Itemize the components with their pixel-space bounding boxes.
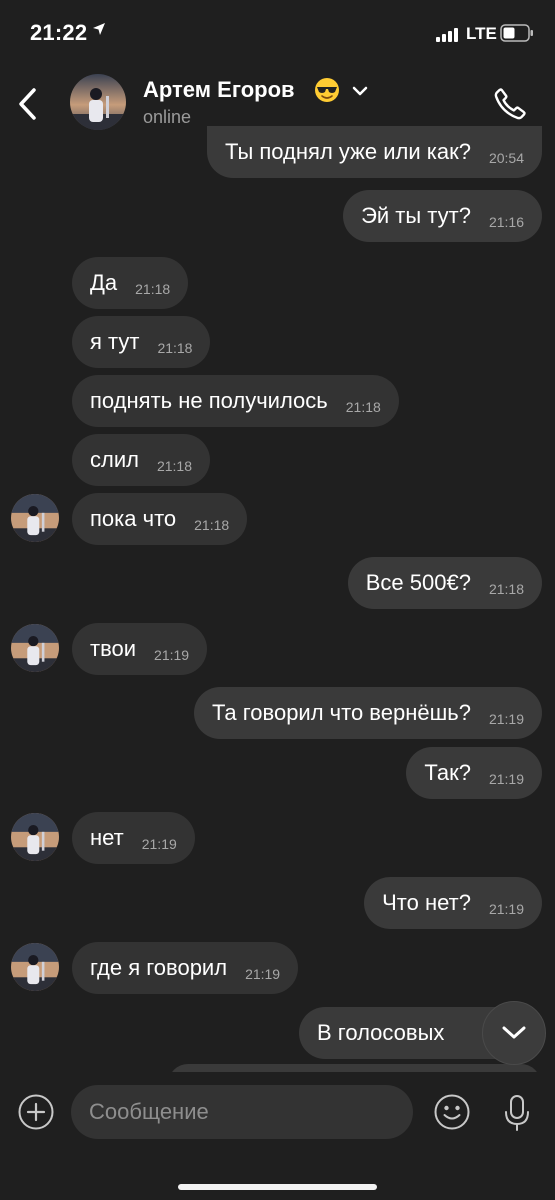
location-arrow-icon: [92, 22, 106, 41]
message-time: 21:18: [194, 517, 230, 533]
message-bubble-outgoing[interactable]: Та говорил что вернёшь? 21:19: [193, 687, 542, 739]
message-bubble-incoming[interactable]: слил 21:18: [72, 434, 211, 486]
message-bubble-incoming[interactable]: Да 21:18: [72, 257, 189, 309]
message-text: твои: [90, 636, 137, 661]
message-bubble-incoming[interactable]: я тут 21:18: [72, 316, 211, 368]
message-time: 21:19: [488, 711, 524, 727]
message-time: 21:19: [245, 966, 281, 982]
message-text: Эй ты тут?: [361, 203, 471, 228]
sunglasses-emoji-icon: [314, 77, 340, 103]
message-bubble-outgoing[interactable]: Эй ты тут? 21:16: [343, 190, 542, 242]
message-time: 21:18: [135, 281, 171, 297]
message-text: В голосовых: [317, 1020, 445, 1045]
message-input[interactable]: [71, 1085, 413, 1139]
network-type: LTE: [466, 24, 497, 43]
message-time: 21:18: [488, 581, 524, 597]
message-time: 20:54: [488, 150, 524, 166]
signal-icon: [436, 28, 460, 47]
contact-status: online: [143, 107, 192, 127]
message-text: Что нет?: [382, 890, 471, 915]
attach-button[interactable]: [17, 1093, 55, 1136]
phone-icon: [494, 88, 526, 120]
plus-circle-icon: [18, 1094, 54, 1130]
message-text: Так?: [424, 760, 471, 785]
chevron-down-icon[interactable]: [352, 84, 368, 102]
message-bubble-outgoing[interactable]: Что нет? 21:19: [364, 877, 542, 929]
contact-avatar[interactable]: [70, 74, 126, 130]
message-text: Да: [90, 270, 118, 295]
smiley-icon: [434, 1094, 470, 1130]
chevron-down-icon: [502, 1026, 526, 1039]
message-text: нет: [90, 825, 124, 850]
message-time: 21:16: [488, 214, 524, 230]
message-text: где я говорил: [90, 955, 228, 980]
status-bar: 21:22 LTE: [0, 0, 555, 64]
sender-avatar[interactable]: [11, 943, 59, 991]
message-bubble-outgoing[interactable]: Все 500€? 21:18: [347, 557, 542, 609]
message-time: 21:19: [141, 836, 177, 852]
sender-avatar[interactable]: [11, 624, 59, 672]
message-time: 21:18: [156, 458, 193, 474]
message-bubble-outgoing[interactable]: Так? 21:19: [406, 747, 542, 799]
message-time: 21:18: [157, 340, 193, 356]
battery-icon: [500, 24, 534, 47]
status-time: 21:22: [30, 20, 88, 45]
message-composer: [0, 1072, 555, 1200]
home-indicator: [178, 1184, 377, 1190]
back-button[interactable]: [14, 86, 42, 122]
phone-call-button[interactable]: [492, 86, 528, 127]
message-bubble-incoming[interactable]: нет 21:19: [72, 812, 195, 864]
message-text: я тут: [90, 329, 140, 354]
microphone-button[interactable]: [501, 1093, 533, 1138]
sender-avatar[interactable]: [11, 813, 59, 861]
message-time: 21:19: [154, 647, 190, 663]
message-text: пока что: [90, 506, 177, 531]
message-time: 21:19: [488, 771, 524, 787]
message-text: Ты поднял уже или как?: [225, 139, 471, 164]
message-text: слил: [90, 447, 139, 472]
scroll-to-bottom-button[interactable]: [482, 1001, 546, 1065]
message-bubble-incoming[interactable]: пока что 21:18: [72, 493, 248, 545]
message-text: Та говорил что вернёшь?: [211, 700, 471, 725]
message-text: Все 500€?: [365, 570, 471, 595]
message-time: 21:19: [488, 901, 524, 917]
message-bubble-incoming[interactable]: твои 21:19: [72, 623, 208, 675]
sender-avatar[interactable]: [11, 494, 59, 542]
message-time: 21:18: [345, 399, 381, 415]
message-bubble-outgoing[interactable]: Ты поднял уже или как? 20:54: [207, 126, 542, 178]
emoji-button[interactable]: [433, 1093, 471, 1136]
chevron-left-icon: [19, 88, 36, 120]
microphone-icon: [505, 1095, 529, 1131]
message-text: поднять не получилось: [90, 388, 328, 413]
contact-name[interactable]: Артем Егоров: [143, 77, 295, 103]
message-bubble-incoming[interactable]: поднять не получилось 21:18: [72, 375, 399, 427]
message-bubble-incoming[interactable]: где я говорил 21:19: [72, 942, 299, 994]
